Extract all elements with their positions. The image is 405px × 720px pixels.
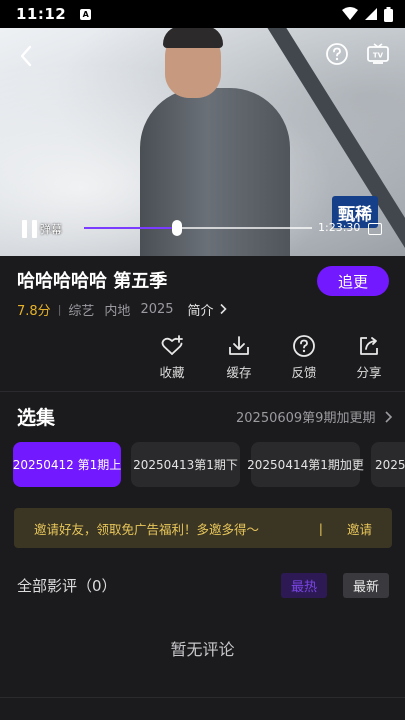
feedback-button[interactable]: 反馈 bbox=[276, 334, 332, 381]
tab-new[interactable]: 最新 bbox=[343, 573, 389, 598]
empty-comments-text: 暂无评论 bbox=[170, 640, 235, 659]
intro-link[interactable]: 简介 bbox=[188, 300, 229, 319]
signal-icon bbox=[365, 8, 377, 20]
status-indicators bbox=[342, 6, 393, 22]
tab-hot[interactable]: 最热 bbox=[281, 573, 327, 598]
download-icon bbox=[229, 336, 249, 355]
pause-bar-right bbox=[31, 220, 37, 238]
status-bar: 11:12 A bbox=[0, 0, 405, 28]
pause-button[interactable] bbox=[18, 218, 40, 240]
pause-bar-left bbox=[21, 220, 27, 238]
intro-label: 简介 bbox=[187, 303, 214, 319]
category: 综艺 bbox=[68, 303, 95, 319]
progress-fill bbox=[84, 227, 178, 229]
favorite-button[interactable]: 收藏 bbox=[144, 334, 200, 381]
chevron-right-icon bbox=[385, 410, 393, 423]
invite-text: 邀请好友，领取免广告福利！多邀多得～ bbox=[34, 521, 260, 537]
share-label: 分享 bbox=[356, 365, 382, 380]
follow-button[interactable]: 追更 bbox=[317, 266, 389, 296]
heart-plus-icon bbox=[161, 335, 183, 355]
chevron-right-icon bbox=[219, 303, 227, 315]
episode-chip[interactable]: 2025 bbox=[371, 442, 405, 487]
episode-list[interactable]: 20250412 第1期上 20250413第1期下 20250414第1期加更… bbox=[0, 442, 405, 488]
comments-title: 全部影评（0） bbox=[17, 577, 117, 595]
region: 内地 bbox=[104, 303, 131, 319]
tv-icon: TV bbox=[367, 43, 389, 64]
section-divider bbox=[0, 391, 405, 392]
download-label: 缓存 bbox=[226, 365, 252, 380]
video-frame-person bbox=[140, 88, 290, 256]
wifi-icon bbox=[342, 7, 358, 20]
episodes-update-text: 20250609第9期加更期 bbox=[236, 411, 376, 426]
question-circle-icon bbox=[326, 43, 348, 65]
fullscreen-icon[interactable] bbox=[368, 223, 382, 235]
chevron-left-icon bbox=[20, 45, 32, 67]
svg-text:TV: TV bbox=[373, 52, 384, 60]
action-bar: 收藏 缓存 反馈 分享 bbox=[140, 334, 400, 382]
episode-chip[interactable]: 20250414第1期加更 bbox=[247, 442, 364, 487]
battery-icon bbox=[384, 6, 393, 22]
help-button[interactable] bbox=[325, 42, 349, 66]
favorite-label: 收藏 bbox=[159, 365, 185, 380]
episodes-title: 选集 bbox=[17, 407, 56, 429]
show-title: 哈哈哈哈哈 第五季 bbox=[17, 271, 168, 292]
episode-chip[interactable]: 20250412 第1期上 bbox=[13, 442, 121, 487]
invite-separator: | bbox=[318, 520, 323, 536]
danmu-button[interactable]: 弹幕 bbox=[40, 221, 62, 237]
app-notification-icon: A bbox=[80, 8, 92, 20]
invite-banner[interactable]: 邀请好友，领取免广告福利！多邀多得～ | 邀请 bbox=[14, 508, 392, 548]
download-button[interactable]: 缓存 bbox=[211, 334, 267, 381]
feedback-label: 反馈 bbox=[291, 365, 317, 380]
episode-chip[interactable]: 20250413第1期下 bbox=[131, 442, 240, 487]
year: 2025 bbox=[140, 301, 174, 317]
question-icon bbox=[293, 335, 315, 357]
cast-tv-button[interactable]: TV bbox=[366, 42, 390, 66]
progress-bar[interactable] bbox=[84, 220, 312, 236]
status-time: 11:12 bbox=[16, 5, 67, 23]
meta-separator: | bbox=[57, 302, 62, 316]
bottom-divider bbox=[0, 697, 405, 698]
playback-time: 1:23:30 bbox=[318, 221, 361, 234]
episodes-update-link[interactable]: 20250609第9期加更期 bbox=[236, 407, 395, 426]
progress-handle[interactable] bbox=[172, 220, 183, 236]
video-player[interactable]: TV 甄稀 弹幕 1:23:30 bbox=[0, 28, 405, 256]
show-meta: 7.8分 | 综艺 内地 2025 简介 bbox=[17, 300, 229, 319]
score: 7.8分 bbox=[17, 303, 51, 319]
back-button[interactable] bbox=[12, 42, 40, 70]
invite-button[interactable]: 邀请 bbox=[347, 519, 372, 538]
share-button[interactable]: 分享 bbox=[341, 334, 397, 381]
video-frame-person-hair bbox=[163, 28, 223, 48]
share-icon bbox=[360, 337, 378, 355]
